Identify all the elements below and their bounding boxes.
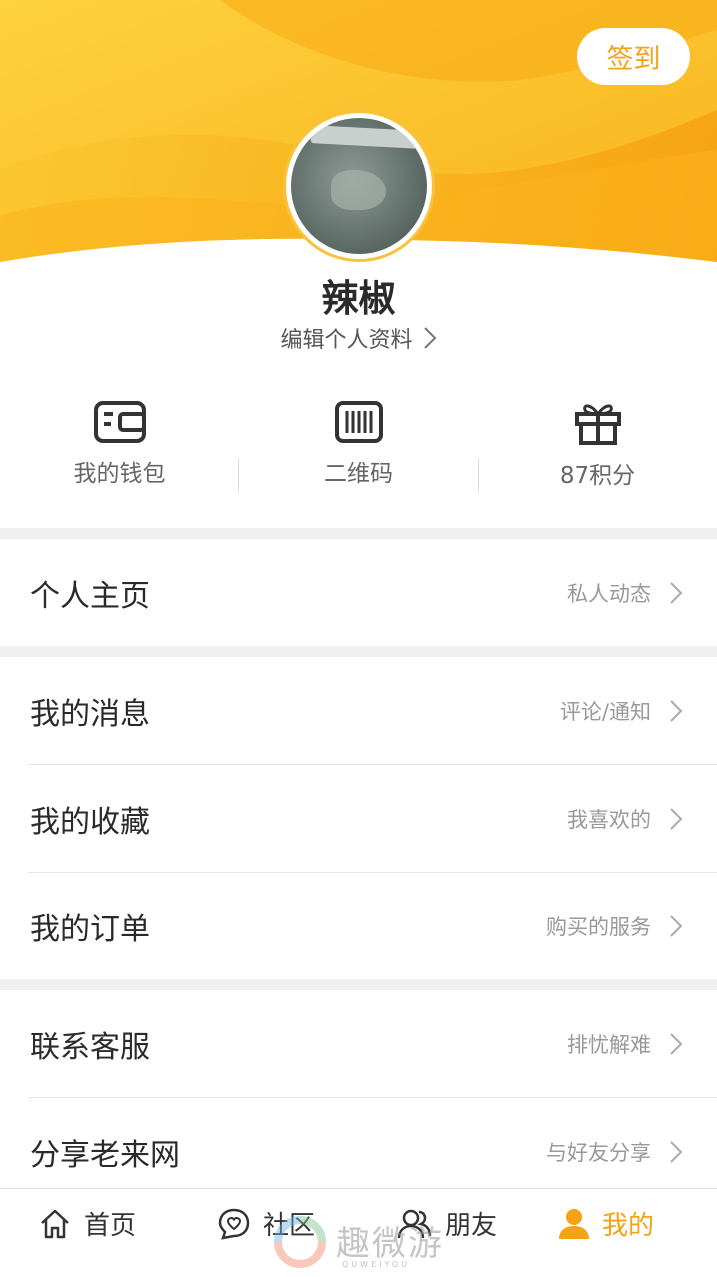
qrcode-label: 二维码 (324, 461, 393, 487)
divider (238, 458, 239, 492)
edit-profile-link[interactable]: 编辑个人资料 (0, 322, 717, 354)
home-icon (41, 1209, 69, 1238)
wallet-icon (93, 401, 146, 443)
tab-home[interactable]: 首页 (38, 1205, 136, 1242)
profile-icon (559, 1208, 589, 1239)
tab-label: 首页 (84, 1211, 137, 1241)
menu-item-hint: 排忧解难 (567, 1032, 651, 1057)
menu-item-hint: 评论/通知 (559, 699, 651, 724)
tab-community[interactable]: 社区 (217, 1205, 315, 1242)
community-icon (218, 1208, 250, 1240)
menu-item-messages[interactable]: 我的消息 评论/通知 (0, 657, 717, 764)
menu-item-orders[interactable]: 我的订单 购买的服务 (0, 873, 717, 979)
tab-profile[interactable]: 我的 (558, 1205, 654, 1242)
tab-label: 社区 (263, 1211, 316, 1241)
friends-icon (397, 1209, 432, 1238)
menu-item-support[interactable]: 联系客服 排忧解难 (0, 990, 717, 1097)
wallet-label: 我的钱包 (73, 461, 166, 487)
avatar-image (291, 118, 427, 254)
chevron-right-icon (423, 327, 436, 349)
bottom-tab-bar: 首页 社区 朋友 我的 (0, 1188, 717, 1277)
section-gap (0, 979, 717, 990)
menu-item-homepage[interactable]: 个人主页 私人动态 (0, 539, 717, 646)
tab-friends[interactable]: 朋友 (397, 1205, 497, 1242)
menu-item-title: 联系客服 (30, 1029, 150, 1065)
tab-label: 朋友 (445, 1211, 498, 1241)
menu-item-favorites[interactable]: 我的收藏 我喜欢的 (0, 765, 717, 872)
menu-item-title: 我的收藏 (30, 804, 150, 840)
quick-actions: 我的钱包 二维码 87积分 (0, 400, 717, 500)
points-action[interactable]: 87积分 (478, 400, 717, 500)
menu-item-title: 我的消息 (30, 696, 150, 732)
chevron-right-icon (670, 807, 683, 830)
menu-item-title: 我的订单 (30, 912, 150, 947)
section-gap (0, 528, 717, 539)
menu-item-hint: 与好友分享 (546, 1141, 651, 1165)
menu-item-title: 分享老来网 (30, 1138, 180, 1173)
chevron-right-icon (670, 581, 683, 604)
wallet-action[interactable]: 我的钱包 (0, 400, 239, 500)
chevron-right-icon (670, 1141, 683, 1163)
points-label: 87积分 (559, 463, 636, 489)
menu-item-title: 个人主页 (30, 578, 150, 614)
divider (478, 458, 479, 492)
qrcode-action[interactable]: 二维码 (239, 400, 478, 500)
menu-item-hint: 我喜欢的 (567, 807, 651, 832)
chevron-right-icon (670, 1032, 683, 1055)
menu-item-hint: 私人动态 (567, 581, 651, 606)
username: 辣椒 (321, 277, 396, 320)
avatar[interactable] (283, 110, 435, 262)
chevron-right-icon (670, 915, 683, 937)
profile-header: 签到 (0, 0, 717, 270)
chevron-right-icon (670, 699, 683, 722)
barcode-icon (334, 401, 383, 443)
gift-icon (574, 404, 621, 445)
section-gap (0, 646, 717, 657)
tab-label: 我的 (602, 1211, 655, 1241)
checkin-button[interactable]: 签到 (577, 28, 690, 85)
edit-profile-label: 编辑个人资料 (280, 328, 413, 353)
menu-item-hint: 购买的服务 (546, 915, 651, 939)
